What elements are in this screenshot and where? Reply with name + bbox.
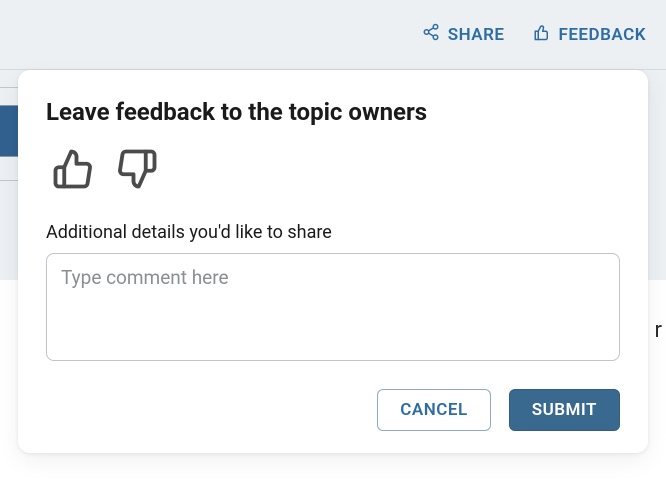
share-button[interactable]: SHARE [422,23,505,46]
feedback-modal: Leave feedback to the topic owners Addit… [18,70,648,453]
feedback-button[interactable]: FEEDBACK [533,23,647,46]
thumbs-down-button[interactable] [116,148,158,194]
submit-button[interactable]: SUBMIT [509,389,620,431]
comment-input[interactable] [46,253,620,361]
background-text: r [655,318,662,343]
share-label: SHARE [448,25,505,45]
divider [0,87,18,88]
comment-label: Additional details you'd like to share [46,222,620,243]
divider [0,180,18,181]
feedback-label: FEEDBACK [559,25,647,45]
thumbs-up-button[interactable] [52,148,94,194]
thumbs-up-icon [533,23,551,46]
modal-title: Leave feedback to the topic owners [46,98,620,126]
sidebar-active-indicator [0,105,18,157]
thumbs-up-icon [52,175,94,194]
cancel-button[interactable]: CANCEL [377,389,490,431]
thumbs-down-icon [116,175,158,194]
share-icon [422,23,440,46]
